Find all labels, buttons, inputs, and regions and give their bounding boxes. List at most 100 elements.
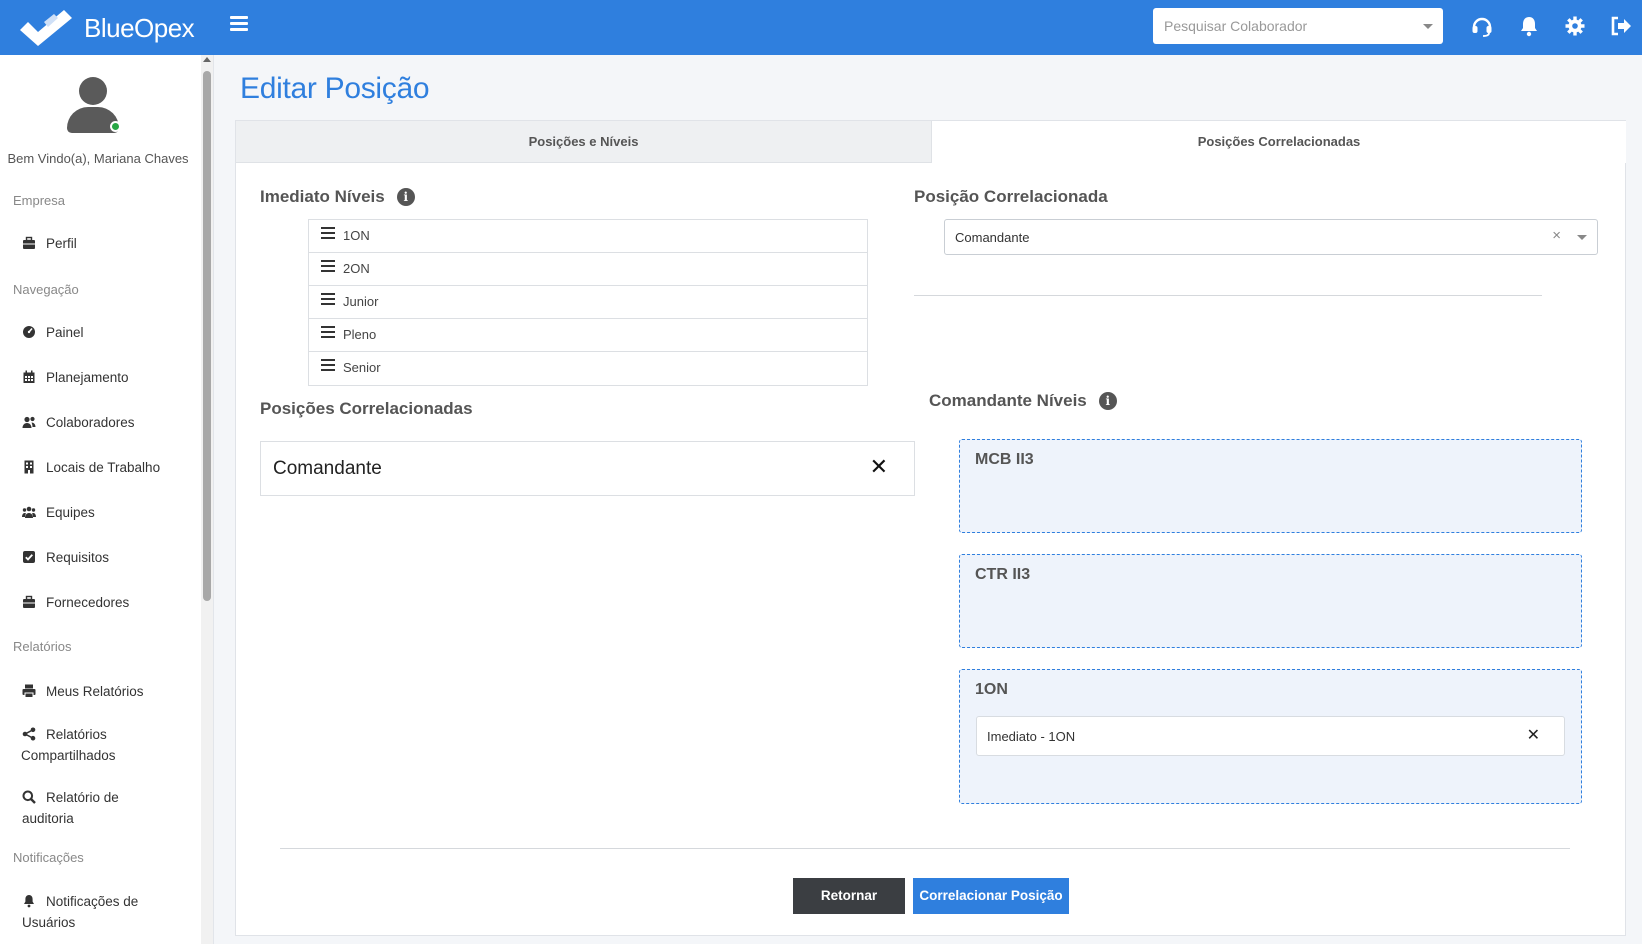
level-label: Junior: [343, 294, 379, 309]
imediato-levels-list: 1ON 2ON Junior Pleno Senior: [308, 219, 868, 386]
sidebar-item-label: Requisitos: [46, 550, 110, 565]
avatar[interactable]: [66, 77, 121, 133]
brand-name: BlueOpex: [84, 12, 195, 43]
online-status-indicator: [110, 121, 121, 132]
comandante-niveis-label: Comandante Níveis: [929, 391, 1087, 410]
list-item[interactable]: Senior: [309, 352, 867, 385]
sidebar-item-label: Notificações de: [46, 894, 139, 909]
sidebar-item-label: Planejamento: [46, 370, 129, 385]
close-icon[interactable]: ✕: [870, 454, 888, 480]
imediato-niveis-label: Imediato Níveis: [260, 187, 385, 206]
sidebar-item-notificacoes-usuarios[interactable]: Notificações de Usuários: [22, 891, 202, 933]
correlated-position-name: Comandante: [273, 458, 382, 479]
chevron-down-icon: [1423, 24, 1433, 29]
sidebar-item-label: Perfil: [46, 236, 77, 251]
logo[interactable]: BlueOpex: [20, 8, 195, 48]
comandante-niveis-heading: Comandante Níveis i: [929, 391, 1117, 411]
info-icon[interactable]: i: [1098, 392, 1117, 410]
sidebar-item-label: Painel: [46, 325, 84, 340]
dashboard-gauge-icon: [22, 325, 36, 339]
page-title: Editar Posição: [240, 72, 430, 105]
imediato-niveis-heading: Imediato Níveis i: [260, 187, 415, 207]
drop-zone-title: MCB II3: [975, 451, 1034, 468]
sidebar-item-relatorio-auditoria[interactable]: Relatório de auditoria: [22, 787, 202, 829]
correlate-position-button[interactable]: Correlacionar Posição: [913, 878, 1069, 914]
building-icon: [22, 460, 36, 474]
share-icon: [22, 727, 36, 741]
section-notificacoes: Notificações: [13, 850, 84, 865]
sidebar-item-label: Equipes: [46, 505, 95, 520]
sidebar-item-label: Fornecedores: [46, 595, 130, 610]
level-label: 2ON: [343, 261, 370, 276]
search-magnifier-icon: [22, 790, 36, 804]
sidebar-item-label: Relatório de: [46, 790, 119, 805]
checkbox-checked-icon: [22, 550, 36, 564]
sidebar-item-equipes[interactable]: Equipes: [22, 502, 202, 523]
mapped-level-label: Imediato - 1ON: [987, 729, 1076, 744]
drag-handle-icon[interactable]: [321, 293, 335, 305]
sidebar-item-colaboradores[interactable]: Colaboradores: [22, 412, 202, 433]
section-empresa: Empresa: [13, 193, 66, 208]
sidebar-item-fornecedores[interactable]: Fornecedores: [22, 592, 202, 613]
drag-handle-icon[interactable]: [321, 227, 335, 239]
sidebar-item-painel[interactable]: Painel: [22, 322, 202, 343]
drag-handle-icon[interactable]: [321, 359, 335, 371]
list-item[interactable]: Pleno: [309, 319, 867, 352]
sidebar-item-locais[interactable]: Locais de Trabalho: [22, 457, 202, 478]
correlated-position-select[interactable]: Comandante ×: [944, 219, 1598, 255]
divider: [280, 848, 1570, 849]
sidebar: Bem Vindo(a), Mariana Chaves Empresa Per…: [0, 55, 214, 944]
menu-toggle-icon[interactable]: [230, 16, 248, 32]
main-card: Posições e Níveis Posições Correlacionad…: [235, 120, 1626, 936]
drop-zone-title: CTR II3: [975, 566, 1031, 583]
return-button[interactable]: Retornar: [793, 878, 905, 914]
sidebar-item-relatorios-compartilhados[interactable]: Relatórios Compartilhados: [21, 724, 202, 766]
level-drop-zone[interactable]: MCB II3: [959, 439, 1582, 533]
sidebar-item-planejamento[interactable]: Planejamento: [22, 367, 202, 388]
level-drop-zone[interactable]: CTR II3: [959, 554, 1582, 648]
info-icon[interactable]: i: [396, 188, 415, 206]
top-navbar: BlueOpex Pesquisar Colaborador: [0, 0, 1642, 55]
level-drop-zone[interactable]: 1ON Imediato - 1ON ✕: [959, 669, 1582, 804]
bell-icon[interactable]: [1517, 14, 1541, 38]
sidebar-item-label: Relatórios: [46, 727, 107, 742]
level-label: Senior: [343, 360, 381, 375]
scroll-up-arrow-icon[interactable]: [203, 57, 211, 62]
sidebar-item-label: Usuários: [22, 915, 76, 930]
employee-search-select[interactable]: Pesquisar Colaborador: [1153, 8, 1443, 44]
tab-posicoes-niveis[interactable]: Posições e Níveis: [236, 121, 932, 163]
level-label: 1ON: [343, 228, 370, 243]
gear-icon[interactable]: [1563, 14, 1587, 38]
select-value: Comandante: [955, 230, 1030, 245]
users-icon: [22, 415, 36, 429]
sign-out-icon[interactable]: [1608, 14, 1632, 38]
divider: [914, 295, 1542, 296]
sidebar-item-perfil[interactable]: Perfil: [22, 233, 202, 254]
list-item[interactable]: 1ON: [309, 220, 867, 253]
search-placeholder: Pesquisar Colaborador: [1164, 18, 1308, 34]
drag-handle-icon[interactable]: [321, 260, 335, 272]
list-item[interactable]: Junior: [309, 286, 867, 319]
headset-icon[interactable]: [1470, 14, 1494, 38]
mapped-level-chip[interactable]: Imediato - 1ON ✕: [976, 716, 1565, 756]
briefcase-icon: [22, 595, 36, 609]
sidebar-item-label: Colaboradores: [46, 415, 135, 430]
sidebar-item-label: Locais de Trabalho: [46, 460, 161, 475]
welcome-text: Bem Vindo(a), Mariana Chaves: [7, 151, 189, 166]
drag-handle-icon[interactable]: [321, 326, 335, 338]
sidebar-scrollbar-thumb[interactable]: [203, 71, 211, 601]
calendar-icon: [22, 370, 36, 384]
chevron-down-icon: [1577, 235, 1587, 240]
close-icon[interactable]: ✕: [1527, 725, 1540, 745]
posicoes-correlacionadas-heading: Posições Correlacionadas: [260, 399, 473, 418]
section-relatorios: Relatórios: [13, 639, 72, 654]
list-item[interactable]: 2ON: [309, 253, 867, 286]
level-label: Pleno: [343, 327, 377, 342]
tab-posicoes-correlacionadas[interactable]: Posições Correlacionadas: [932, 121, 1626, 163]
correlated-position-item[interactable]: Comandante ✕: [260, 441, 915, 496]
clear-selection-icon[interactable]: ×: [1552, 227, 1561, 244]
sidebar-item-requisitos[interactable]: Requisitos: [22, 547, 202, 568]
sidebar-item-meus-relatorios[interactable]: Meus Relatórios: [22, 681, 202, 702]
section-navegacao: Navegação: [13, 282, 79, 297]
check-logo-icon: [20, 10, 72, 46]
